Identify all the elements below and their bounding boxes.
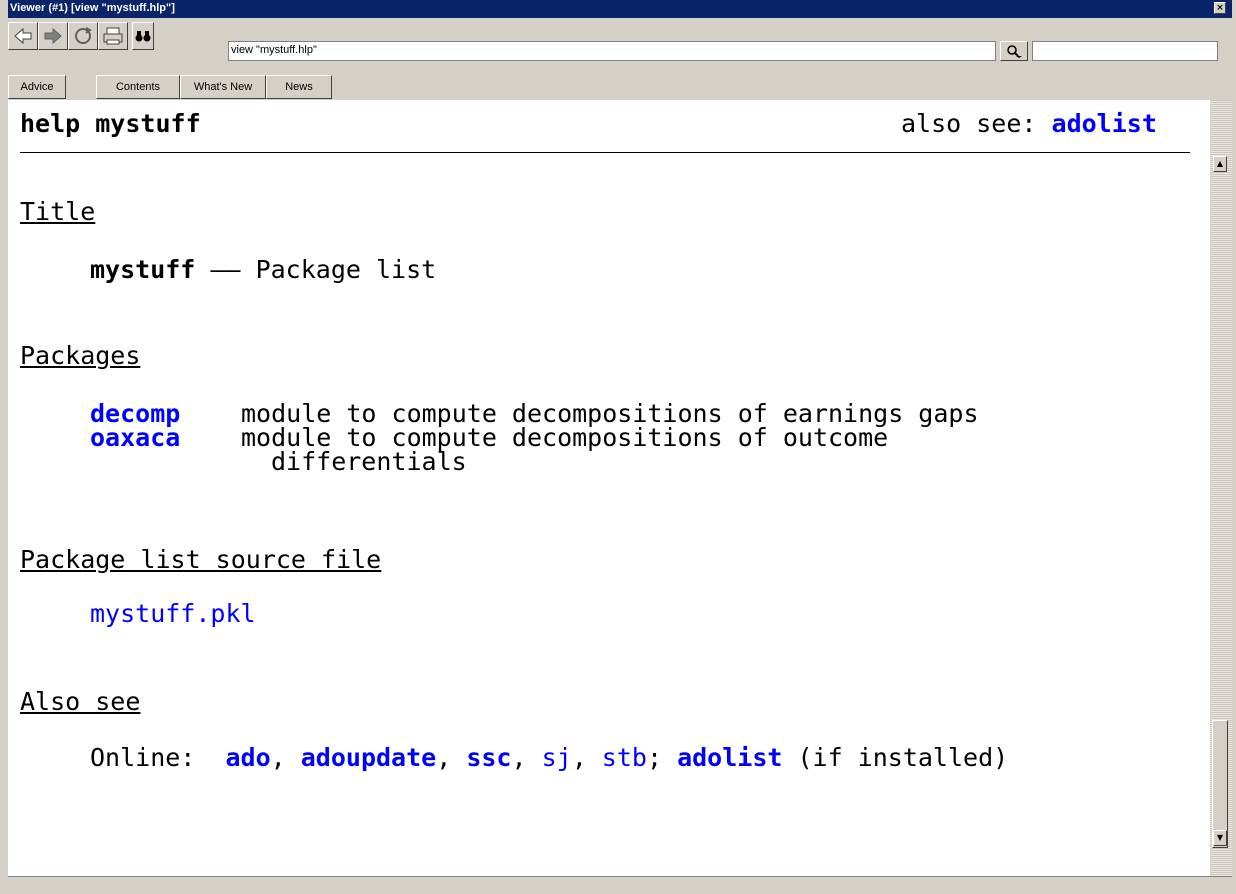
- magnifier-dropdown-icon: [1007, 45, 1022, 58]
- command-input[interactable]: view "mystuff.hlp": [228, 41, 996, 61]
- link-ado[interactable]: ado: [225, 743, 270, 772]
- link-adolist[interactable]: adolist: [677, 743, 782, 772]
- title-command: mystuff: [90, 255, 196, 284]
- find-input[interactable]: [1032, 41, 1218, 61]
- scroll-down-button[interactable]: ▼: [1213, 830, 1227, 846]
- scroll-up-button[interactable]: ▲: [1213, 156, 1227, 172]
- if-installed-note: (if installed): [782, 743, 1009, 772]
- tab-contents[interactable]: Contents: [96, 75, 180, 99]
- printer-icon: [103, 27, 123, 45]
- refresh-button[interactable]: [68, 22, 98, 50]
- section-packages-heading: Packages: [20, 341, 141, 370]
- binoculars-icon: [135, 31, 151, 42]
- help-header: help mystuff: [20, 109, 201, 138]
- title-description: Package list: [255, 255, 437, 284]
- status-bar: [8, 876, 1232, 894]
- source-file-link[interactable]: mystuff.pkl: [90, 600, 256, 628]
- package-link-oaxaca[interactable]: oaxaca: [90, 424, 180, 452]
- back-arrow-icon: [14, 27, 32, 45]
- online-label: Online:: [90, 743, 226, 772]
- separator: ,: [436, 743, 467, 772]
- link-ssc[interactable]: ssc: [466, 743, 511, 772]
- separator: ,: [511, 743, 542, 772]
- find-button[interactable]: [132, 22, 154, 50]
- separator: ,: [270, 743, 301, 772]
- link-adoupdate[interactable]: adoupdate: [301, 743, 436, 772]
- forward-button[interactable]: [38, 22, 68, 50]
- find-options-button[interactable]: [1000, 41, 1028, 61]
- header-divider: [20, 152, 1190, 153]
- title-bar: Viewer (#1) [view "mystuff.hlp"] ×: [8, 0, 1232, 18]
- also-see-link-adolist[interactable]: adolist: [1052, 109, 1157, 138]
- section-source-heading: Package list source file: [20, 545, 382, 574]
- vertical-scrollbar[interactable]: ▲ ▼: [1210, 100, 1232, 876]
- tab-news[interactable]: News: [266, 75, 332, 99]
- title-line: mystuff —— Package list: [90, 256, 436, 284]
- close-button[interactable]: ×: [1214, 2, 1226, 14]
- separator: ,: [571, 743, 602, 772]
- separator: ;: [646, 743, 678, 772]
- title-dash: ——: [195, 255, 256, 284]
- tab-advice[interactable]: Advice: [8, 75, 66, 99]
- print-button[interactable]: [98, 22, 128, 50]
- section-also-see-heading: Also see: [20, 687, 141, 716]
- also-see-header: also see: adolist: [901, 110, 1157, 138]
- window-title: Viewer (#1) [view "mystuff.hlp"]: [10, 2, 175, 14]
- link-sj[interactable]: sj: [542, 743, 572, 772]
- also-see-prefix: also see:: [901, 109, 1052, 138]
- refresh-icon: [75, 27, 92, 44]
- help-content: help mystuff also see: adolist Title mys…: [8, 100, 1210, 876]
- package-desc-oaxaca-cont: differentials: [271, 447, 467, 476]
- scroll-thumb[interactable]: [1212, 720, 1228, 848]
- forward-arrow-icon: [44, 27, 62, 45]
- back-button[interactable]: [8, 22, 38, 50]
- section-title-heading: Title: [20, 197, 96, 226]
- tab-whats-new[interactable]: What's New: [180, 75, 266, 99]
- link-stb[interactable]: stb: [602, 743, 647, 772]
- online-links-line: Online: ado, adoupdate, ssc, sj, stb; ad…: [90, 744, 1008, 772]
